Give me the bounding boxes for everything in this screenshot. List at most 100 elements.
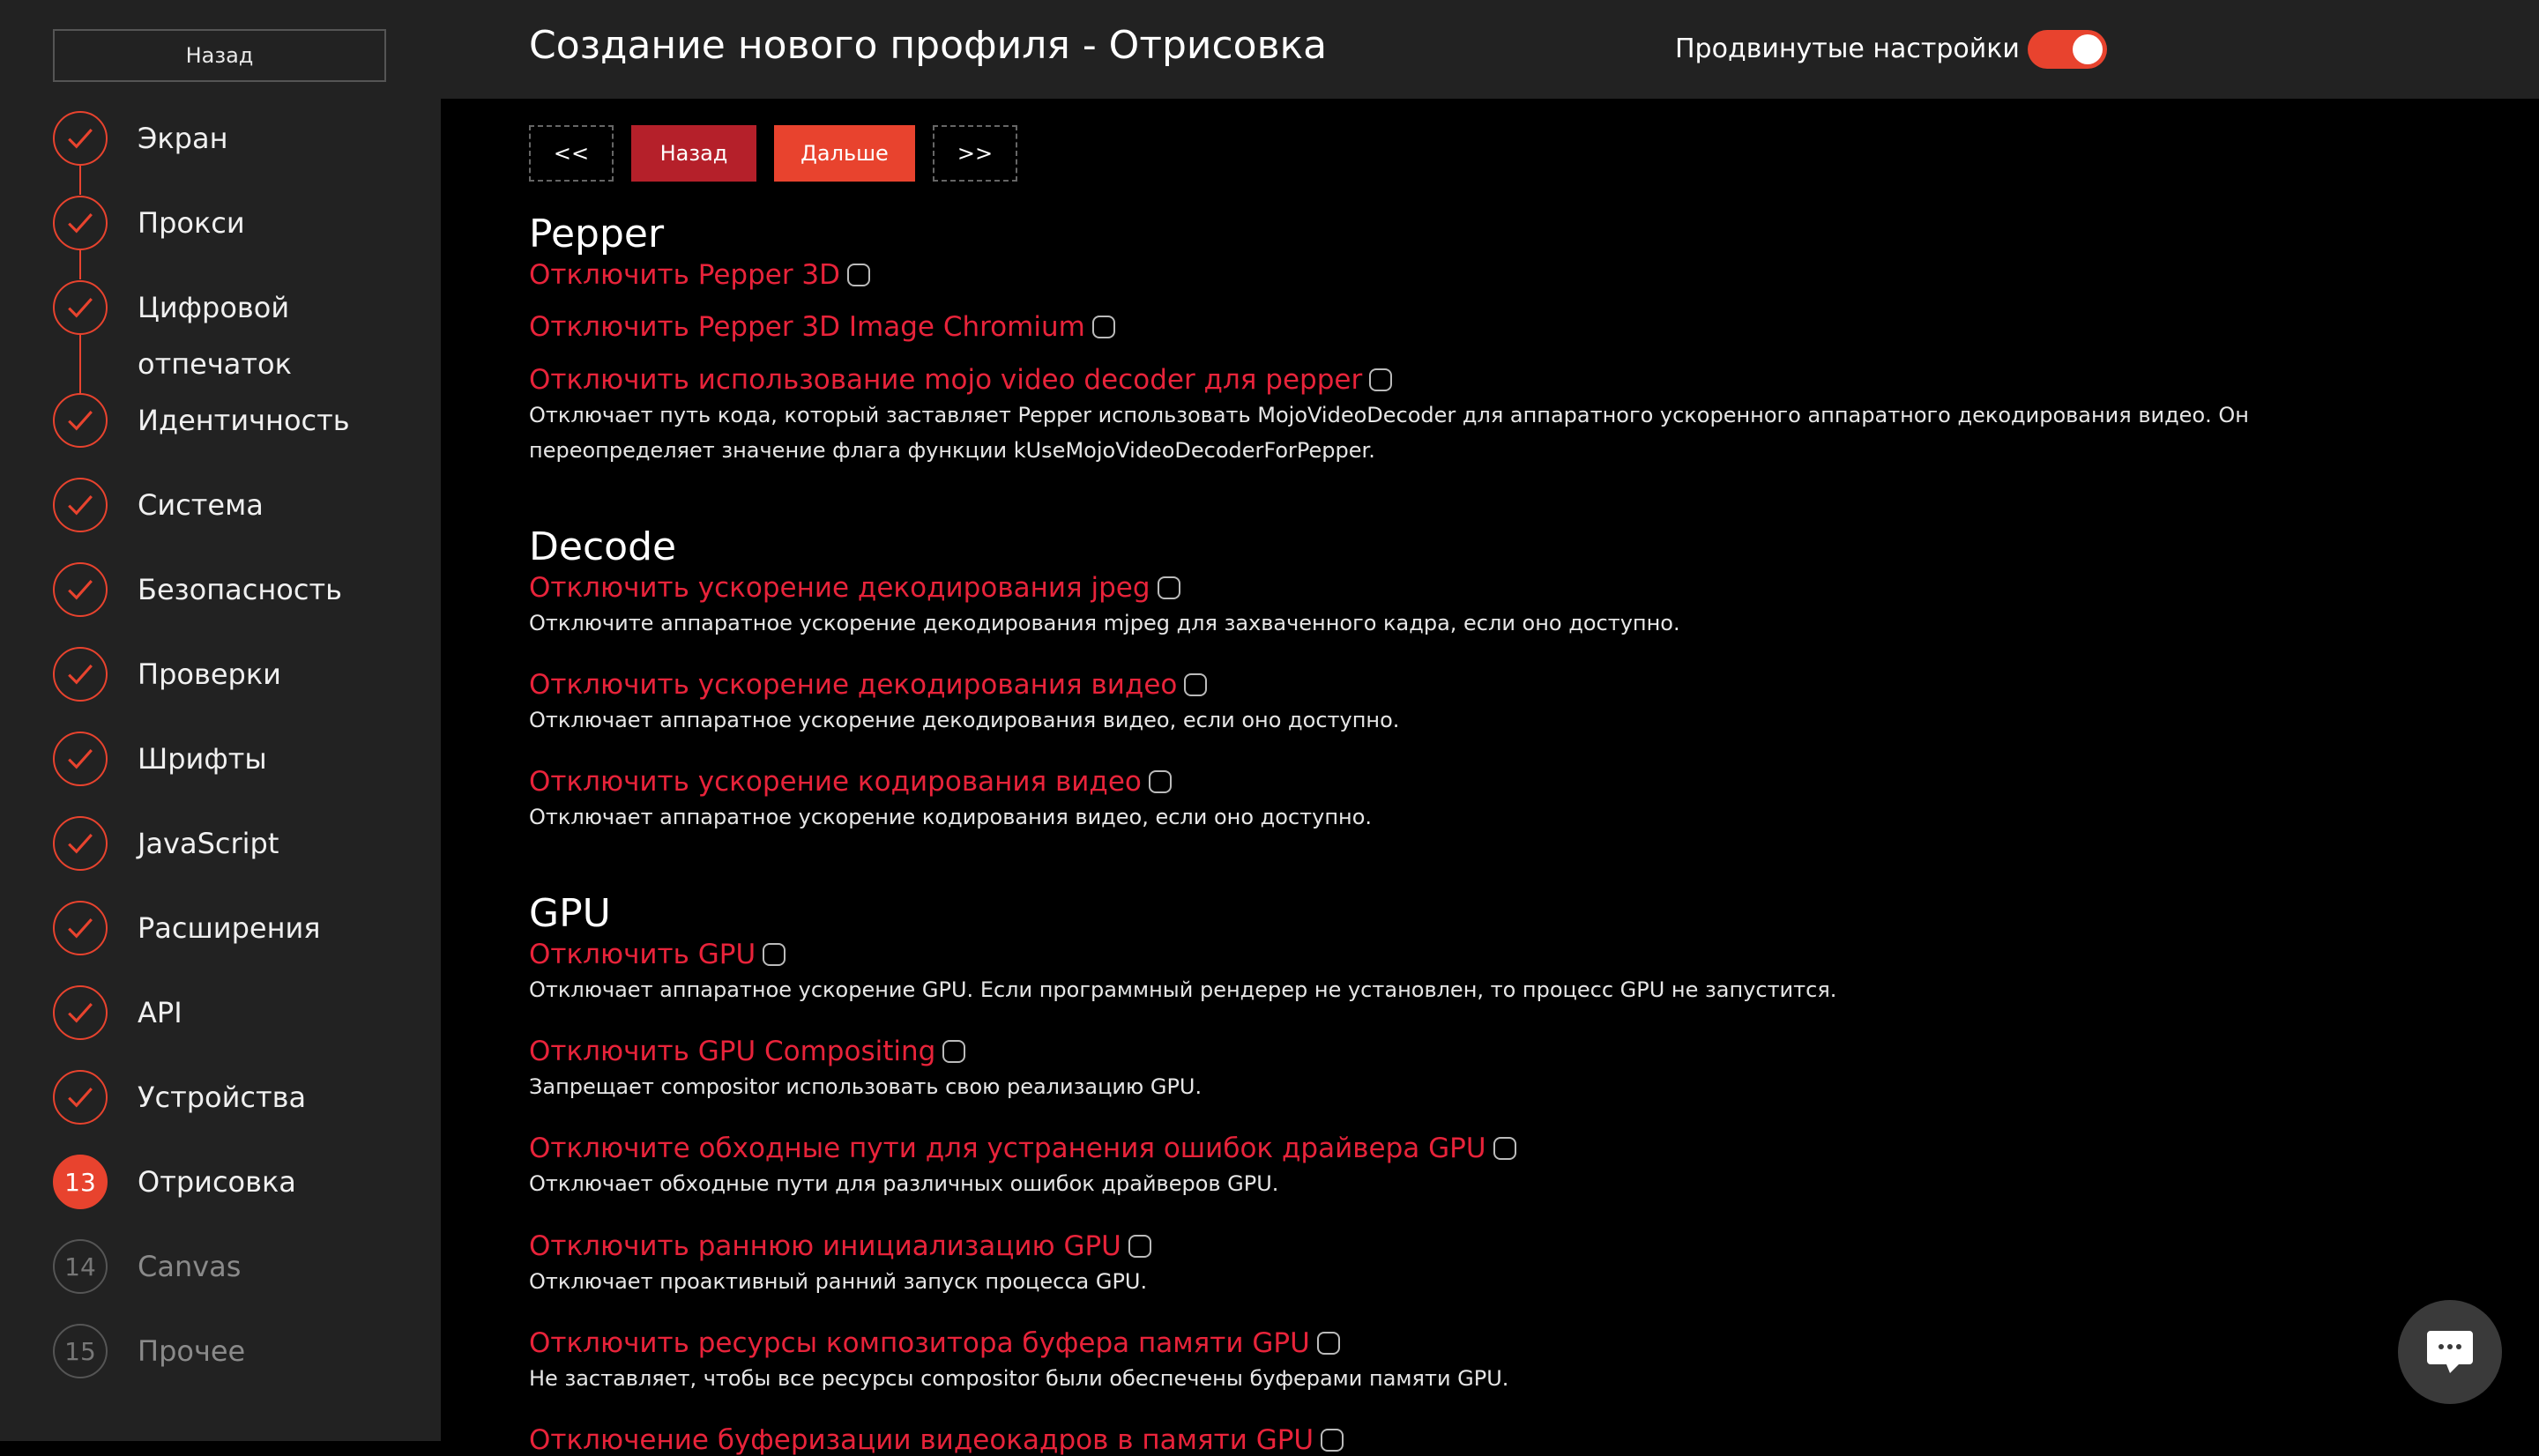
step-label: Отрисовка xyxy=(138,1165,296,1199)
option-checkbox[interactable] xyxy=(1128,1235,1151,1258)
advanced-settings-toggle[interactable] xyxy=(2028,30,2107,69)
check-icon xyxy=(53,111,108,166)
option-description: Не заставляет, чтобы все ресурсы composi… xyxy=(529,1366,1509,1391)
check-icon xyxy=(53,1070,108,1125)
step-rendering[interactable]: 13 Отрисовка xyxy=(53,1153,296,1211)
option-description: Отключает аппаратное ускорение GPU. Если… xyxy=(529,977,1837,1002)
option-description: Отключает аппаратное ускорение кодирован… xyxy=(529,805,1373,829)
step-number: 13 xyxy=(53,1155,108,1209)
step-number: 14 xyxy=(53,1239,108,1294)
option-checkbox[interactable] xyxy=(763,943,786,966)
option-title: Отключить Pepper 3D xyxy=(529,259,841,291)
check-icon xyxy=(53,647,108,702)
check-icon xyxy=(53,478,108,532)
step-api[interactable]: API xyxy=(53,984,182,1042)
chat-button[interactable] xyxy=(2398,1300,2502,1404)
section-title-decode: Decode xyxy=(529,524,677,569)
step-label: Устройства xyxy=(138,1081,307,1114)
option-checkbox[interactable] xyxy=(1184,673,1208,696)
option-pepper-3d-image-chromium: Отключить Pepper 3D Image Chromium xyxy=(529,311,2416,343)
option-description: Отключает обходные пути для различных ош… xyxy=(529,1171,1279,1196)
option-mojo-video-decoder: Отключить использование mojo video decod… xyxy=(529,364,2416,468)
option-checkbox[interactable] xyxy=(1157,576,1180,599)
step-label: Цифровой отпечаток xyxy=(138,291,292,381)
step-label: Безопасность xyxy=(138,573,342,606)
option-video-encode: Отключить ускорение кодирования видео От… xyxy=(529,766,2416,835)
step-fingerprint[interactable]: Цифровой отпечаток xyxy=(53,279,402,381)
step-system[interactable]: Система xyxy=(53,476,264,534)
step-javascript[interactable]: JavaScript xyxy=(53,814,279,873)
step-ekran[interactable]: Экран xyxy=(53,109,228,167)
option-gpu-compositing: Отключить GPU Compositing Запрещает comp… xyxy=(529,1036,2416,1104)
option-title: Отключить GPU xyxy=(529,939,756,970)
option-checkbox[interactable] xyxy=(1148,770,1172,793)
check-icon xyxy=(53,901,108,955)
step-security[interactable]: Безопасность xyxy=(53,561,342,619)
option-gpu-early-init: Отключить раннюю инициализацию GPU Отклю… xyxy=(529,1230,2416,1299)
step-fonts[interactable]: Шрифты xyxy=(53,730,267,788)
step-label: Прокси xyxy=(138,206,245,240)
option-checkbox[interactable] xyxy=(1493,1137,1516,1160)
step-checks[interactable]: Проверки xyxy=(53,645,281,703)
step-label: Прочее xyxy=(138,1334,246,1368)
option-title: Отключение буферизации видеокадров в пам… xyxy=(529,1424,1314,1456)
step-label: JavaScript xyxy=(138,827,279,860)
sidebar: Назад Экран Прокси Цифровой отпечаток Ид… xyxy=(0,0,441,1441)
sidebar-back-button[interactable]: Назад xyxy=(53,29,386,82)
option-gpu-memory-buffer-video: Отключение буферизации видеокадров в пам… xyxy=(529,1424,2416,1456)
back-button[interactable]: Назад xyxy=(631,125,756,182)
option-title: Отключить ускорение декодирования видео xyxy=(529,669,1178,701)
option-checkbox[interactable] xyxy=(847,264,871,286)
check-icon xyxy=(53,732,108,786)
check-icon xyxy=(53,280,108,335)
check-icon xyxy=(53,562,108,617)
step-label: Проверки xyxy=(138,657,281,691)
option-title: Отключить Pepper 3D Image Chromium xyxy=(529,311,1085,343)
step-number: 15 xyxy=(53,1324,108,1378)
option-description: Отключите аппаратное ускорение декодиров… xyxy=(529,611,1680,635)
first-step-button[interactable]: << xyxy=(529,125,614,182)
step-label: Идентичность xyxy=(138,404,350,437)
step-devices[interactable]: Устройства xyxy=(53,1068,306,1126)
advanced-settings-label: Продвинутые настройки xyxy=(1675,33,2020,64)
step-connector xyxy=(79,166,81,195)
section-title-pepper: Pepper xyxy=(529,212,665,256)
step-label: Шрифты xyxy=(138,742,267,776)
option-title: Отключить использование mojo video decod… xyxy=(529,364,1363,396)
option-jpeg-decode: Отключить ускорение декодирования jpeg О… xyxy=(529,572,2416,641)
option-description: Отключает аппаратное ускорение декодиров… xyxy=(529,708,1400,732)
step-proxy[interactable]: Прокси xyxy=(53,194,245,252)
option-description: Запрещает compositor использовать свою р… xyxy=(529,1074,1202,1099)
step-connector xyxy=(79,250,81,279)
step-extensions[interactable]: Расширения xyxy=(53,899,321,957)
option-checkbox[interactable] xyxy=(942,1040,966,1063)
option-title: Отключить GPU Compositing xyxy=(529,1036,936,1067)
check-icon xyxy=(53,196,108,250)
last-step-button[interactable]: >> xyxy=(933,125,1017,182)
step-label: Canvas xyxy=(138,1250,242,1283)
option-video-decode: Отключить ускорение декодирования видео … xyxy=(529,669,2416,738)
check-icon xyxy=(53,393,108,448)
step-other[interactable]: 15 Прочее xyxy=(53,1322,245,1380)
option-description: Отключает проактивный ранний запуск проц… xyxy=(529,1269,1148,1294)
option-gpu-memory-buffer-compositor: Отключить ресурсы композитора буфера пам… xyxy=(529,1327,2416,1396)
option-checkbox[interactable] xyxy=(1321,1429,1344,1452)
option-gpu-driver-workarounds: Отключите обходные пути для устранения о… xyxy=(529,1133,2416,1201)
step-label: Экран xyxy=(138,122,228,155)
option-checkbox[interactable] xyxy=(1369,368,1393,391)
option-checkbox[interactable] xyxy=(1316,1332,1340,1355)
page-title: Создание нового профиля - Отрисовка xyxy=(529,23,1328,68)
toggle-knob xyxy=(2073,34,2103,64)
option-pepper-3d: Отключить Pepper 3D xyxy=(529,259,2416,291)
option-checkbox[interactable] xyxy=(1091,316,1115,338)
section-title-gpu: GPU xyxy=(529,891,611,936)
check-icon xyxy=(53,816,108,871)
option-title: Отключить ускорение кодирования видео xyxy=(529,766,1142,798)
next-button[interactable]: Дальше xyxy=(774,125,915,182)
option-disable-gpu: Отключить GPU Отключает аппаратное ускор… xyxy=(529,939,2416,1007)
check-icon xyxy=(53,985,108,1040)
step-canvas[interactable]: 14 Canvas xyxy=(53,1237,241,1296)
option-description: Отключает путь кода, который заставляет … xyxy=(529,403,2249,463)
option-title: Отключить ресурсы композитора буфера пам… xyxy=(529,1327,1310,1359)
step-identity[interactable]: Идентичность xyxy=(53,391,350,449)
